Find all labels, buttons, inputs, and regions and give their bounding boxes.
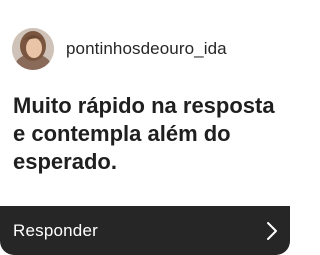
profile-photo-icon (12, 28, 54, 70)
reply-label: Responder (13, 220, 98, 240)
username[interactable]: pontinhosdeouro_ida (66, 39, 227, 59)
post-header: pontinhosdeouro_ida (12, 27, 227, 71)
reply-button[interactable]: Responder (0, 206, 290, 255)
avatar[interactable] (12, 28, 54, 70)
story-reply-card: pontinhosdeouro_ida Muito rápido na resp… (0, 0, 290, 255)
reply-message: Muito rápido na resposta e contempla alé… (13, 93, 275, 174)
chevron-right-icon (266, 221, 278, 241)
